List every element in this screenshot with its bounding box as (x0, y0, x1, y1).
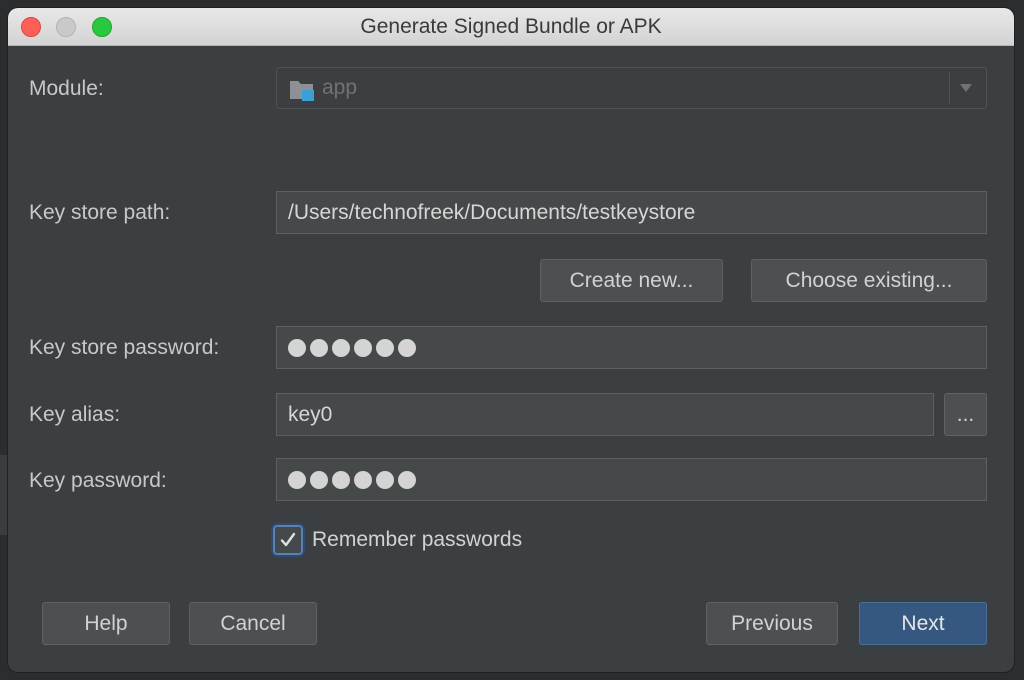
key-alias-value: key0 (288, 402, 333, 426)
remember-passwords-label[interactable]: Remember passwords (312, 526, 522, 554)
chevron-down-icon[interactable] (960, 84, 972, 92)
keystore-password-label: Key store password: (29, 336, 220, 359)
key-alias-field[interactable]: key0 (276, 393, 934, 436)
title-bar: Generate Signed Bundle or APK (8, 8, 1014, 46)
password-mask (288, 470, 416, 489)
password-dot (332, 338, 350, 357)
password-mask (288, 338, 416, 357)
keystore-password-field[interactable] (276, 326, 987, 369)
password-dot (398, 470, 416, 489)
password-dot (310, 470, 328, 489)
background-window-edge (0, 455, 8, 535)
module-value: app (322, 76, 358, 99)
password-dot (354, 470, 372, 489)
keystore-path-field[interactable]: /Users/technofreek/Documents/testkeystor… (276, 191, 987, 234)
next-button[interactable]: Next (859, 602, 987, 645)
key-password-label: Key password: (29, 469, 167, 492)
cancel-button[interactable]: Cancel (189, 602, 317, 645)
password-dot (354, 338, 372, 357)
window-title: Generate Signed Bundle or APK (360, 15, 662, 38)
password-dot (332, 470, 350, 489)
create-new-keystore-button[interactable]: Create new... (540, 259, 723, 302)
keystore-path-value: /Users/technofreek/Documents/testkeystor… (288, 200, 696, 224)
previous-button[interactable]: Previous (706, 602, 838, 645)
help-button[interactable]: Help (42, 602, 170, 645)
key-alias-label: Key alias: (29, 403, 121, 426)
module-dropdown[interactable]: app (276, 67, 987, 109)
checkmark-icon (280, 532, 296, 547)
dropdown-divider (949, 72, 950, 104)
password-dot (288, 470, 306, 489)
password-dot (288, 338, 306, 357)
keystore-path-label: Key store path: (29, 201, 171, 224)
choose-existing-keystore-button[interactable]: Choose existing... (751, 259, 987, 302)
remember-passwords-checkbox[interactable] (273, 525, 303, 555)
password-dot (310, 338, 328, 357)
browse-key-alias-button[interactable]: ... (944, 393, 987, 436)
password-dot (376, 338, 394, 357)
password-dot (376, 470, 394, 489)
password-dot (398, 338, 416, 357)
signed-bundle-dialog: Generate Signed Bundle or APK Module: ap… (8, 8, 1014, 672)
android-module-folder-icon (290, 81, 314, 101)
module-label: Module: (29, 77, 104, 100)
key-password-field[interactable] (276, 458, 987, 501)
